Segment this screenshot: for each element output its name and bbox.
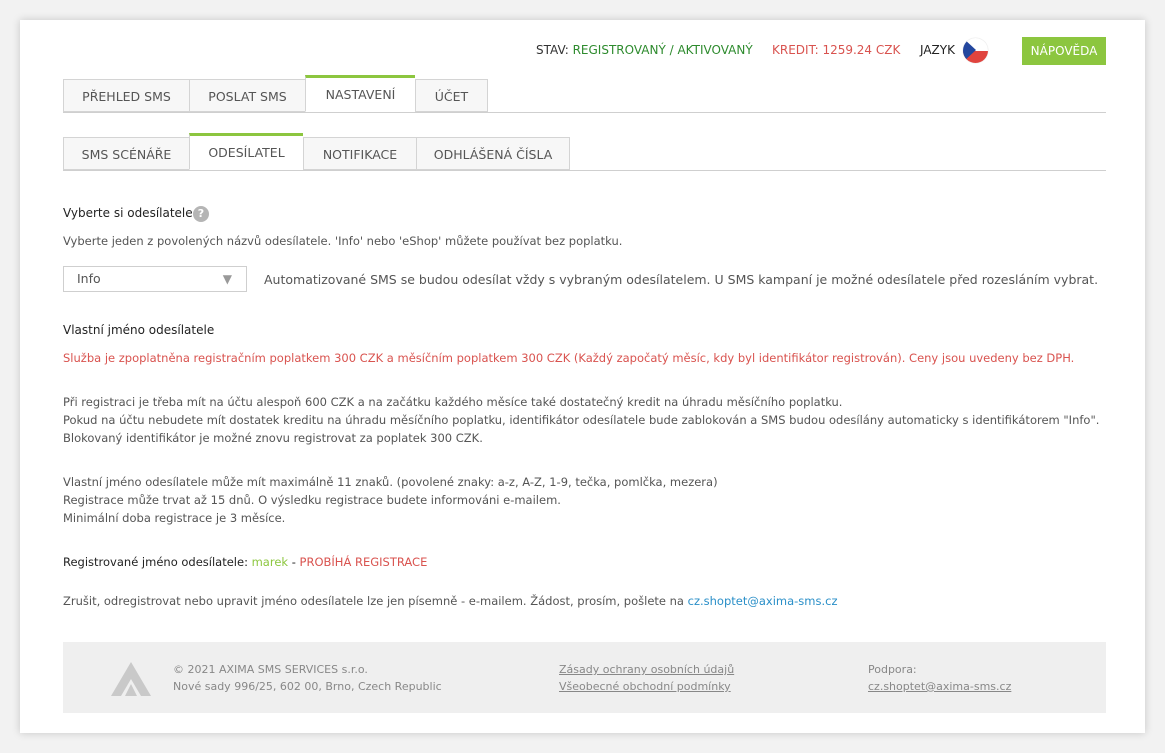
rule-line: Pokud na účtu nebudete mít dostatek kred…	[63, 413, 1100, 427]
registration-status: PROBÍHÁ REGISTRACE	[299, 555, 428, 569]
main-tabs: PŘEHLED SMS POSLAT SMS NASTAVENÍ ÚČET	[63, 75, 488, 113]
sub-tabs-divider	[63, 170, 1106, 171]
footer-address: Nové sady 996/25, 602 00, Brno, Czech Re…	[173, 680, 442, 693]
czech-flag-icon[interactable]	[963, 38, 988, 63]
registered-sender: Registrované jméno odesílatele: marek - …	[63, 553, 427, 571]
privacy-policy-link[interactable]: Zásady ochrany osobních údajů	[559, 661, 734, 678]
credit-balance: KREDIT: 1259.24 CZK	[772, 43, 901, 57]
registered-separator: -	[288, 555, 300, 569]
cancel-email-link[interactable]: cz.shoptet@axima-sms.cz	[688, 594, 838, 608]
footer: © 2021 AXIMA SMS SERVICES s.r.o. Nové sa…	[63, 642, 1106, 713]
fee-notice: Služba je zpoplatněna registračním popla…	[63, 351, 1075, 365]
sender-intro: Vyberte jeden z povolených názvů odesíla…	[63, 234, 623, 248]
axima-logo-icon	[111, 662, 151, 696]
support-label: Podpora:	[868, 663, 917, 676]
tab-settings[interactable]: NASTAVENÍ	[305, 75, 415, 112]
rule-line: Registrace může trvat až 15 dnů. O výsle…	[63, 493, 561, 507]
sub-tabs: SMS SCÉNÁŘE ODESÍLATEL NOTIFIKACE ODHLÁŠ…	[63, 133, 570, 171]
registered-label: Registrované jméno odesílatele:	[63, 555, 248, 569]
account-status: STAV: REGISTROVANÝ / AKTIVOVANÝ	[536, 43, 753, 57]
rule-line: Při registraci je třeba mít na účtu ales…	[63, 395, 843, 409]
tab-send-sms[interactable]: POSLAT SMS	[189, 79, 305, 112]
help-question-icon[interactable]: ?	[193, 206, 209, 222]
tab-notifications[interactable]: NOTIFIKACE	[303, 137, 416, 170]
rule-line: Blokovaný identifikátor je možné znovu r…	[63, 431, 483, 445]
cancel-info: Zrušit, odregistrovat nebo upravit jméno…	[63, 592, 838, 610]
tab-sms-overview[interactable]: PŘEHLED SMS	[63, 79, 189, 112]
registered-name: marek	[251, 555, 289, 569]
sender-heading: Vyberte si odesílatele	[63, 206, 193, 220]
tab-sender[interactable]: ODESÍLATEL	[189, 133, 303, 170]
sender-select-value: Info	[77, 271, 101, 286]
custom-sender-heading: Vlastní jméno odesílatele	[63, 323, 215, 337]
language-label: JAZYK	[920, 43, 955, 57]
sender-select-note: Automatizované SMS se budou odesílat vžd…	[264, 272, 1099, 287]
footer-links: Zásady ochrany osobních údajů Všeobecné …	[559, 661, 734, 695]
tab-account[interactable]: ÚČET	[415, 79, 488, 112]
status-label: STAV:	[536, 43, 569, 57]
support-email-link[interactable]: cz.shoptet@axima-sms.cz	[868, 678, 1011, 695]
name-rules: Vlastní jméno odesílatele může mít maxim…	[63, 473, 718, 527]
main-tabs-divider	[63, 112, 1106, 113]
rule-line: Minimální doba registrace je 3 měsíce.	[63, 511, 286, 525]
footer-company: © 2021 AXIMA SMS SERVICES s.r.o. Nové sa…	[173, 661, 442, 695]
main-card: STAV: REGISTROVANÝ / AKTIVOVANÝ KREDIT: …	[20, 20, 1145, 733]
registration-rules: Při registraci je třeba mít na účtu ales…	[63, 393, 1099, 447]
footer-support: Podpora: cz.shoptet@axima-sms.cz	[868, 661, 1011, 695]
help-button[interactable]: NÁPOVĚDA	[1022, 37, 1106, 65]
rule-line: Vlastní jméno odesílatele může mít maxim…	[63, 475, 718, 489]
cancel-text: Zrušit, odregistrovat nebo upravit jméno…	[63, 594, 688, 608]
sender-select[interactable]: Info ▼	[63, 266, 247, 292]
chevron-down-icon: ▼	[222, 272, 232, 286]
terms-link[interactable]: Všeobecné obchodní podmínky	[559, 678, 734, 695]
footer-copyright: © 2021 AXIMA SMS SERVICES s.r.o.	[173, 663, 368, 676]
status-value: REGISTROVANÝ / AKTIVOVANÝ	[572, 43, 753, 57]
tab-sms-scenarios[interactable]: SMS SCÉNÁŘE	[63, 137, 189, 170]
tab-unsubscribed-numbers[interactable]: ODHLÁŠENÁ ČÍSLA	[416, 137, 570, 170]
